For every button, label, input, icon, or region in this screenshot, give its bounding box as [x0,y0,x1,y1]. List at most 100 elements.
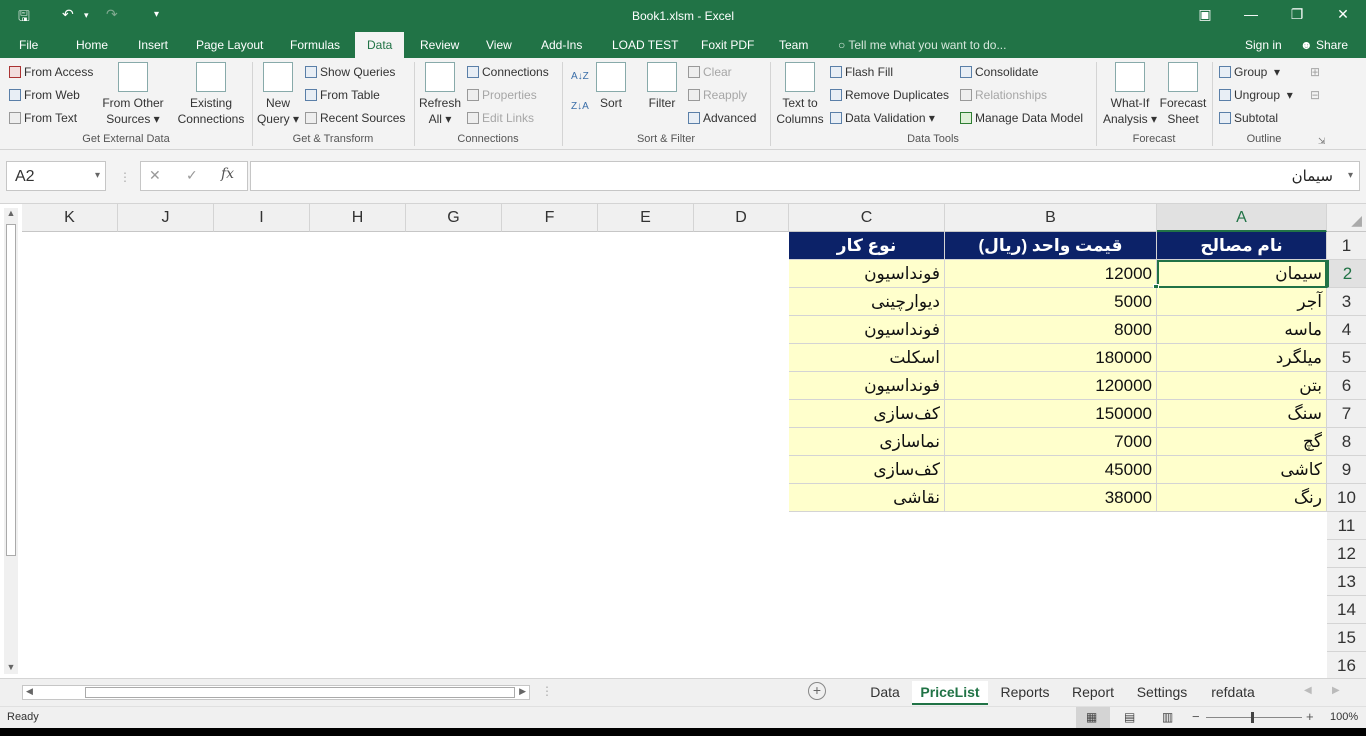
new-query-button[interactable]: New Query ▾ [256,62,300,127]
column-header-k[interactable]: K [22,204,118,232]
name-box-dropdown-icon[interactable]: ▾ [95,170,100,181]
share-button[interactable]: ☻ Share [1300,38,1348,52]
table-header-work-type[interactable]: نوع کار [789,232,945,260]
page-break-view-icon[interactable]: ▥ [1162,710,1173,724]
sheet-tab-report[interactable]: Report [1062,681,1124,705]
from-text-button[interactable]: From Text [9,111,77,125]
tab-page-layout[interactable]: Page Layout [196,38,263,52]
normal-view-button[interactable]: ▦ [1076,707,1110,728]
row-header[interactable]: 11 [1327,512,1366,540]
column-header-h[interactable]: H [310,204,406,232]
scroll-down-icon[interactable]: ▼ [4,662,18,674]
column-header-f[interactable]: F [502,204,598,232]
table-header-material[interactable]: نام مصالح [1157,232,1327,260]
work-type-cell[interactable]: فونداسیون [789,316,945,344]
price-cell[interactable]: 120000 [945,372,1157,400]
row-header[interactable]: 16 [1327,652,1366,680]
sheet-tab-data[interactable]: Data [860,681,910,705]
vertical-scrollbar[interactable]: ▲ ▼ [4,208,18,674]
remove-duplicates-button[interactable]: Remove Duplicates [830,88,949,102]
sort-za-button[interactable]: Z↓A [571,100,589,114]
name-box[interactable]: A2 ▾ [6,161,106,191]
row-header[interactable]: 7 [1327,400,1366,428]
vertical-scroll-thumb[interactable] [6,224,16,556]
row-header[interactable]: 9 [1327,456,1366,484]
material-cell[interactable]: آجر [1157,288,1327,316]
work-type-cell[interactable]: دیوارچینی [789,288,945,316]
connections-button[interactable]: Connections [467,65,549,79]
row-header[interactable]: 2 [1327,260,1366,288]
price-cell[interactable]: 5000 [945,288,1157,316]
row-header[interactable]: 3 [1327,288,1366,316]
minimize-button[interactable]: — [1236,6,1266,22]
sheet-tab-refdata[interactable]: refdata [1200,681,1266,705]
work-type-cell[interactable]: کف‌سازی [789,456,945,484]
material-cell[interactable]: بتن [1157,372,1327,400]
tab-foxit-pdf[interactable]: Foxit PDF [701,38,754,52]
show-queries-button[interactable]: Show Queries [305,65,395,79]
material-cell[interactable]: کاشی [1157,456,1327,484]
tab-team[interactable]: Team [779,38,808,52]
price-cell[interactable]: 8000 [945,316,1157,344]
price-cell[interactable]: 7000 [945,428,1157,456]
formula-bar-grip-icon[interactable]: ⋮ [119,170,131,184]
tab-data[interactable]: Data [355,32,405,58]
material-cell[interactable]: رنگ [1157,484,1327,512]
zoom-level[interactable]: 100% [1330,711,1358,723]
from-web-button[interactable]: From Web [9,88,80,102]
column-header-a[interactable]: A [1157,204,1327,232]
scroll-up-icon[interactable]: ▲ [4,208,18,222]
manage-data-model-button[interactable]: Manage Data Model [960,111,1083,125]
material-cell[interactable]: گچ [1157,428,1327,456]
column-header-c[interactable]: C [789,204,945,232]
price-cell[interactable]: 38000 [945,484,1157,512]
column-header-g[interactable]: G [406,204,502,232]
row-header[interactable]: 12 [1327,540,1366,568]
tab-view[interactable]: View [486,38,512,52]
group-button[interactable]: Group ▾ [1219,65,1280,79]
row-header[interactable]: 14 [1327,596,1366,624]
from-table-button[interactable]: From Table [305,88,380,102]
material-cell[interactable]: ماسه [1157,316,1327,344]
scroll-right-icon[interactable]: ▶ [519,686,526,697]
tab-file[interactable]: File [19,38,38,52]
row-header[interactable]: 1 [1327,232,1366,260]
row-header[interactable]: 6 [1327,372,1366,400]
sort-az-button[interactable]: A↓Z [571,70,589,84]
close-button[interactable]: ✕ [1328,6,1358,23]
tab-insert[interactable]: Insert [138,38,168,52]
horizontal-scrollbar[interactable]: ◀ ▶ [22,685,530,700]
tab-add-ins[interactable]: Add-Ins [541,38,582,52]
material-cell[interactable]: سنگ [1157,400,1327,428]
tab-home[interactable]: Home [76,38,108,52]
tab-scroll-right-icon[interactable]: ▶ [1332,685,1340,696]
sort-button[interactable]: Sort [594,62,628,111]
work-type-cell[interactable]: نماسازی [789,428,945,456]
recent-sources-button[interactable]: Recent Sources [305,111,405,125]
row-header[interactable]: 8 [1327,428,1366,456]
tab-scroll-left-icon[interactable]: ◀ [1304,685,1312,696]
sheet-tab-reports[interactable]: Reports [990,681,1060,705]
tab-formulas[interactable]: Formulas [290,38,340,52]
zoom-in-button[interactable]: + [1306,709,1314,724]
row-header[interactable]: 5 [1327,344,1366,372]
work-type-cell[interactable]: فونداسیون [789,372,945,400]
sheet-tab-settings[interactable]: Settings [1126,681,1198,705]
price-cell[interactable]: 150000 [945,400,1157,428]
page-layout-view-icon[interactable]: ▤ [1124,710,1135,724]
material-cell[interactable]: سیمان [1157,260,1327,288]
row-header[interactable]: 10 [1327,484,1366,512]
column-header-b[interactable]: B [945,204,1157,232]
from-other-sources-button[interactable]: From Other Sources ▾ [100,62,166,127]
dialog-launcher-icon[interactable]: ⇲ [1318,134,1326,148]
work-type-cell[interactable]: نقاشی [789,484,945,512]
advanced-button[interactable]: Advanced [688,111,756,125]
column-header-d[interactable]: D [694,204,789,232]
ribbon-display-icon[interactable]: ▣ [1190,6,1220,23]
row-header[interactable]: 13 [1327,568,1366,596]
zoom-slider[interactable] [1206,717,1302,718]
consolidate-button[interactable]: Consolidate [960,65,1038,79]
tell-me-box[interactable]: ○ Tell me what you want to do... [838,38,1006,52]
refresh-all-button[interactable]: Refresh All ▾ [418,62,462,127]
row-header[interactable]: 15 [1327,624,1366,652]
